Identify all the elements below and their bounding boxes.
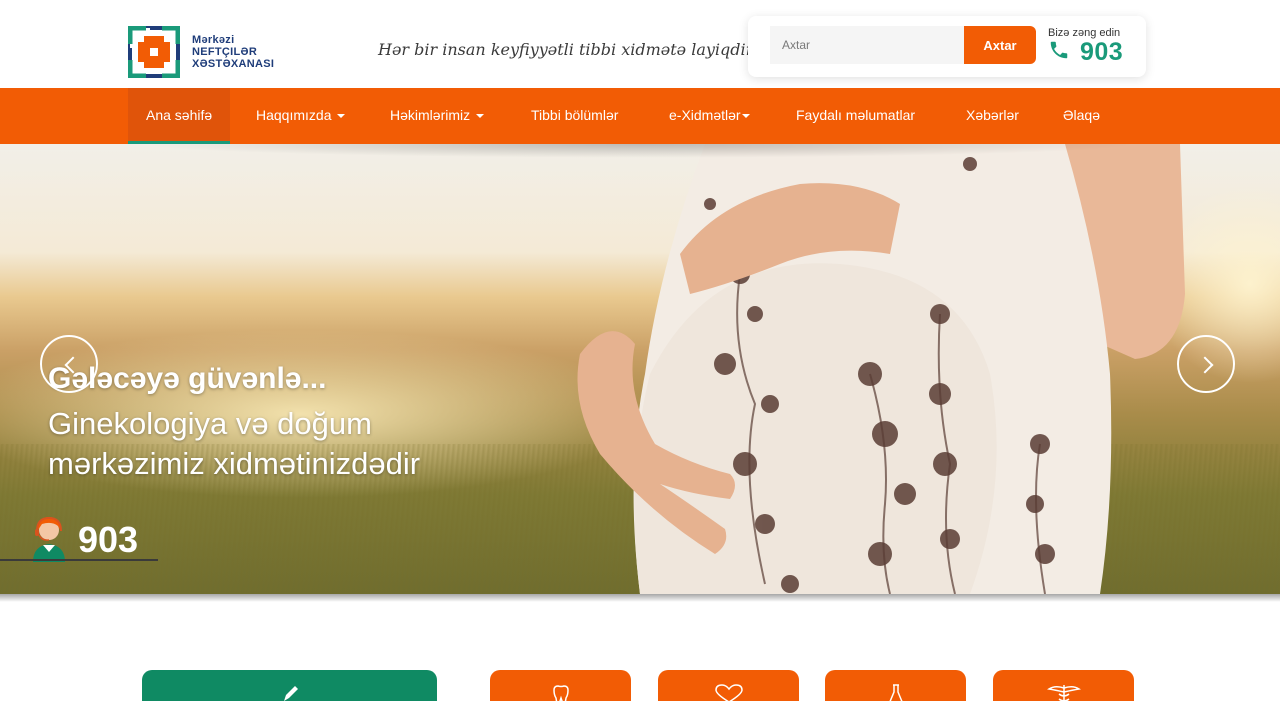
slide-subtitle-line: Ginekologiya və doğum <box>48 406 372 441</box>
logo-mark-icon <box>127 25 181 79</box>
flask-icon <box>888 684 904 701</box>
nav-label: Haqqımızda <box>256 107 332 123</box>
logo-line: Xəstəxanası <box>192 58 275 70</box>
logo-line: Mərkəzi <box>192 34 235 46</box>
nav-item-e-services[interactable]: e-Xidmətlər <box>669 88 750 144</box>
hotline-underline <box>0 559 158 561</box>
slide-subtitle-line: mərkəzimiz xidmətinizdədir <box>48 446 421 481</box>
nav-label: Əlaqə <box>1063 107 1101 123</box>
hero-photo-figure <box>540 144 1240 594</box>
service-card-appointment[interactable] <box>142 670 437 701</box>
service-card-medicine[interactable] <box>993 670 1134 701</box>
chevron-right-icon[interactable] <box>1177 335 1235 393</box>
heart-icon <box>712 684 746 701</box>
caret-down-icon <box>476 114 485 119</box>
nav-item-contact[interactable]: Əlaqə <box>1063 88 1100 144</box>
nav-label: Faydalı məlumatlar <box>796 107 916 123</box>
hotline-number: 903 <box>78 518 139 560</box>
nav-item-about[interactable]: Haqqımızda <box>256 88 346 144</box>
nav-label: e-Xidmətlər <box>669 107 741 123</box>
service-card-cardiology[interactable] <box>658 670 799 701</box>
phone-icon <box>1048 39 1070 66</box>
tagline: Hər bir insan keyfiyyətli tibbi xidmətə … <box>378 40 757 59</box>
call-number[interactable]: 903 <box>1048 38 1123 67</box>
search-panel: Axtar Bizə zəng edin 903 <box>748 16 1146 77</box>
nav-label: Xəbərlər <box>966 107 1019 123</box>
nav-label: Ana səhifə <box>146 107 213 123</box>
service-card-laboratory[interactable] <box>825 670 966 701</box>
service-card-dentistry[interactable] <box>490 670 631 701</box>
nav-item-departments[interactable]: Tibbi bölümlər <box>531 88 618 144</box>
search-button[interactable]: Axtar <box>964 26 1036 64</box>
hospital-logo[interactable]: Mərkəzi Neftçilər Xəstəxanası <box>127 25 274 79</box>
main-nav: Ana səhifə Haqqımızda Həkimlərimiz Tibbi… <box>0 88 1280 144</box>
caret-down-icon <box>337 114 346 119</box>
nav-item-home[interactable]: Ana səhifə <box>128 88 231 144</box>
logo-line: Neftçilər <box>192 46 258 58</box>
nav-label: Həkimlərimiz <box>390 107 471 123</box>
site-header: Mərkəzi Neftçilər Xəstəxanası Hər bir in… <box>0 0 1280 88</box>
nav-item-news[interactable]: Xəbərlər <box>966 88 1019 144</box>
hero-bottom-shadow <box>0 594 1280 602</box>
nav-item-doctors[interactable]: Həkimlərimiz <box>390 88 485 144</box>
nav-shadow <box>140 144 1140 158</box>
logo-text: Mərkəzi Neftçilər Xəstəxanası <box>192 34 274 70</box>
pen-icon <box>280 684 300 701</box>
search-input[interactable] <box>770 26 966 64</box>
nav-label: Tibbi bölümlər <box>531 107 619 123</box>
slide-subtitle: Ginekologiya və doğum mərkəzimiz xidməti… <box>48 404 420 484</box>
chevron-left-icon[interactable] <box>40 335 98 393</box>
tooth-icon <box>550 684 572 701</box>
nav-item-useful-info[interactable]: Faydalı məlumatlar <box>796 88 915 144</box>
caduceus-icon <box>1046 684 1081 701</box>
caret-down-icon <box>741 114 750 119</box>
call-number-value: 903 <box>1080 38 1124 66</box>
